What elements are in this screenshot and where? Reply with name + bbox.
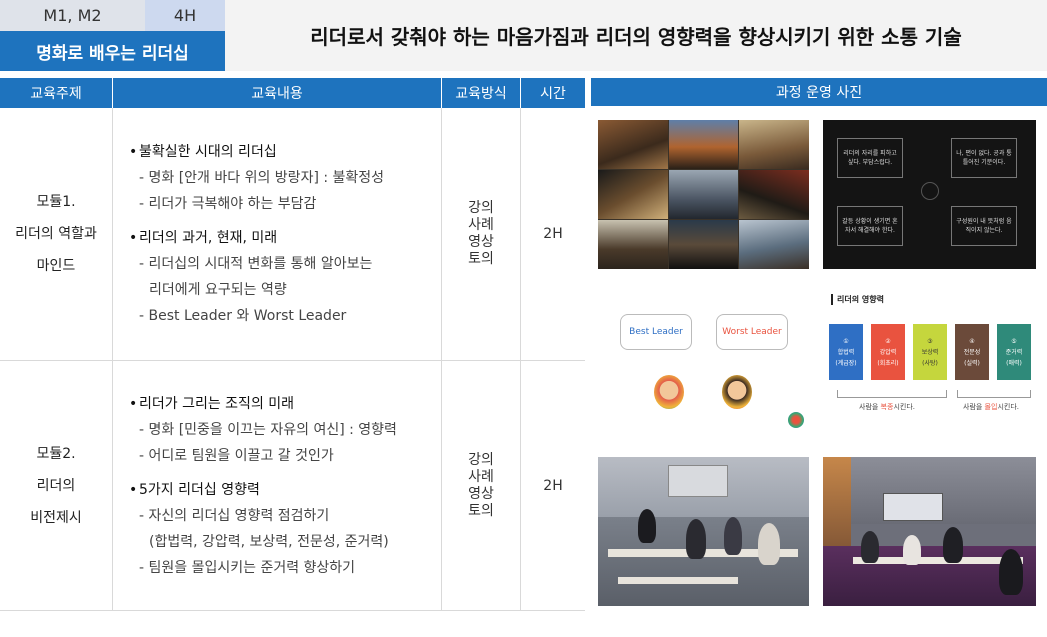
influence-chart-title: 리더의 영향력 [831,294,884,305]
section-heading: 불확실한 시대의 리더십 [129,139,431,165]
best-leader-bubble: Best Leader [620,314,692,350]
col-method-header: 교육방식 [442,78,521,108]
content-item: - 명화 [안개 바다 위의 방랑자] : 불확정성 [139,170,385,186]
content-cell: 불확실한 시대의 리더십 - 명화 [안개 바다 위의 방랑자] : 불확정성 … [113,108,442,360]
influence-chart-photo: 리더의 영향력 ① 합법력 (계급장) ② 강압력 (회초리) ③ 보상력 (사… [823,290,1036,437]
time-cell: 2H [543,477,563,494]
painting-tile [598,170,668,219]
photos-header: 과정 운영 사진 [591,78,1047,106]
worst-leader-bubble: Worst Leader [716,314,788,350]
col-time-header: 시간 [540,86,566,102]
col-content-header: 교육내용 [113,78,442,108]
painting-tile [598,220,668,269]
painting-tile [739,220,809,269]
left-caption: 사람을 복종시킨다. [859,403,915,411]
col-topic-header: 교육주제 [0,78,113,108]
method-cell: 강의 사례 영상 토의 [442,108,521,360]
course-code: M1, M2 [0,0,145,31]
power-box: ⑤ 준거력 (매력) [997,324,1031,380]
time-cell: 2H [543,226,563,242]
left-bracket [837,390,947,398]
classroom-photo-1 [598,457,809,606]
content-cell: 리더가 그리는 조직의 미래 - 명화 [민중을 이끄는 자유의 여신] : 영… [113,361,442,610]
right-caption: 사람을 몰입시킨다. [963,403,1019,411]
curriculum-table: 교육주제 교육내용 교육방식 시간 모듈1. 리더의 역할과 마인드 불확실한 … [0,78,585,611]
method-cell: 강의 사례 영상 토의 [442,361,521,610]
content-item-continued: (합법력, 강압력, 보상력, 전문성, 준거력) [149,533,389,550]
question-box: 리더의 자리를 피하고 싶다. 부담스럽다. [837,138,903,178]
section-heading: 리더의 과거, 현재, 미래 [129,225,431,251]
question-box: 갈등 상황이 생기면 혼자서 해결해야 한다. [837,206,903,246]
course-title: 리더로서 갖춰야 하는 마음가짐과 리더의 영향력을 향상시키기 위한 소통 기… [225,0,1047,71]
content-item: - 어디로 팀원을 이끌고 갈 것인가 [139,447,334,464]
painting-tile [739,170,809,219]
classroom-photo-2 [823,457,1036,606]
best-leader-face-icon [654,375,684,409]
table-header: 교육주제 교육내용 교육방식 시간 [0,78,585,108]
painting-tile [668,220,739,269]
worst-leader-face-icon [722,375,752,409]
topic-cell: 모듈2. 리더의 비전제시 [0,361,113,610]
course-tag: 명화로 배우는 리더십 [0,31,225,71]
painting-mosaic-photo [598,120,809,269]
table-row: 모듈1. 리더의 역할과 마인드 불확실한 시대의 리더십 - 명화 [안개 바… [0,108,585,361]
right-bracket [957,390,1031,398]
power-box: ③ 보상력 (사탕) [913,324,947,380]
power-box: ④ 전문성 (실력) [955,324,989,380]
center-circle [921,182,939,200]
content-item-continued: 리더에게 요구되는 역량 [149,282,287,298]
content-item: - Best Leader 와 Worst Leader [139,308,347,324]
question-slide-photo: 리더의 자리를 피하고 싶다. 부담스럽다. 나, 편이 없다. 공과 통틀어진… [823,120,1036,269]
content-item: - 자신의 리더십 영향력 점검하기 [139,507,330,524]
content-item: - 팀원을 몰입시키는 준거력 향상하기 [139,559,356,576]
content-item: - 리더가 극복해야 하는 부담감 [139,196,317,212]
painting-tile [668,120,739,169]
power-box: ② 강압력 (회초리) [871,324,905,380]
course-hours: 4H [145,0,225,31]
painting-tile [598,120,668,169]
leader-graphic-photo: Best Leader Worst Leader [598,290,809,437]
content-item: - 리더십의 시대적 변화를 통해 알아보는 [139,256,373,272]
painting-tile [739,120,809,169]
power-box: ① 합법력 (계급장) [829,324,863,380]
question-box: 구성원이 내 뜻처럼 움직이지 않는다. [951,206,1017,246]
section-heading: 리더가 그리는 조직의 미래 [129,391,431,417]
painting-tile [668,170,739,219]
small-face-icon [788,412,804,428]
content-item: - 명화 [민중을 이끄는 자유의 여신] : 영향력 [139,421,397,438]
section-heading: 5가지 리더십 영향력 [129,477,431,503]
topic-cell: 모듈1. 리더의 역할과 마인드 [0,108,113,360]
table-row: 모듈2. 리더의 비전제시 리더가 그리는 조직의 미래 - 명화 [민중을 이… [0,361,585,611]
question-box: 나, 편이 없다. 공과 통틀어진 기분이다. [951,138,1017,178]
